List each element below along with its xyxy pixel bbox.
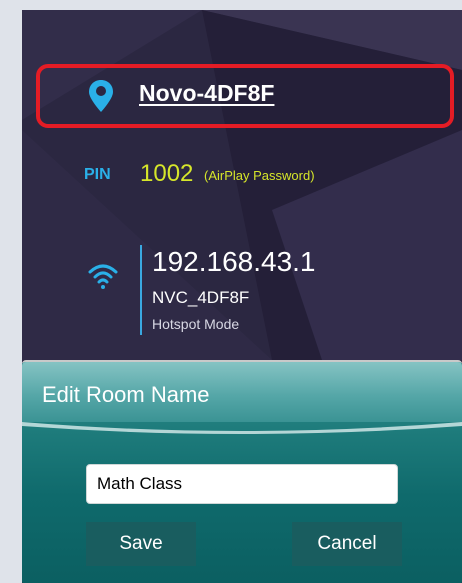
device-name-row[interactable]: Novo-4DF8F <box>36 64 454 128</box>
room-name-input[interactable] <box>86 464 398 504</box>
header-sheen <box>22 422 462 434</box>
dialog-title: Edit Room Name <box>42 382 210 407</box>
pin-label: PIN <box>84 166 111 183</box>
wifi-icon <box>88 264 118 289</box>
device-name[interactable]: Novo-4DF8F <box>139 80 274 107</box>
screenshot-frame: Novo-4DF8F PIN 1002 (AirPlay Password) 1… <box>0 0 462 583</box>
cancel-button[interactable]: Cancel <box>292 522 402 566</box>
network-ssid: NVC_4DF8F <box>152 288 250 307</box>
device-screen: Novo-4DF8F PIN 1002 (AirPlay Password) 1… <box>22 10 462 583</box>
pin-note: (AirPlay Password) <box>204 168 315 183</box>
ip-address: 192.168.43.1 <box>152 246 316 277</box>
edit-room-dialog: Edit Room Name Save Cancel <box>22 360 462 583</box>
device-info-panel: Novo-4DF8F PIN 1002 (AirPlay Password) 1… <box>22 10 462 360</box>
dialog-header: Edit Room Name <box>22 362 462 422</box>
save-button[interactable]: Save <box>86 522 196 566</box>
network-mode: Hotspot Mode <box>152 316 240 332</box>
location-pin-icon <box>89 80 113 112</box>
network-divider <box>140 245 142 335</box>
pin-value: 1002 <box>140 160 194 187</box>
